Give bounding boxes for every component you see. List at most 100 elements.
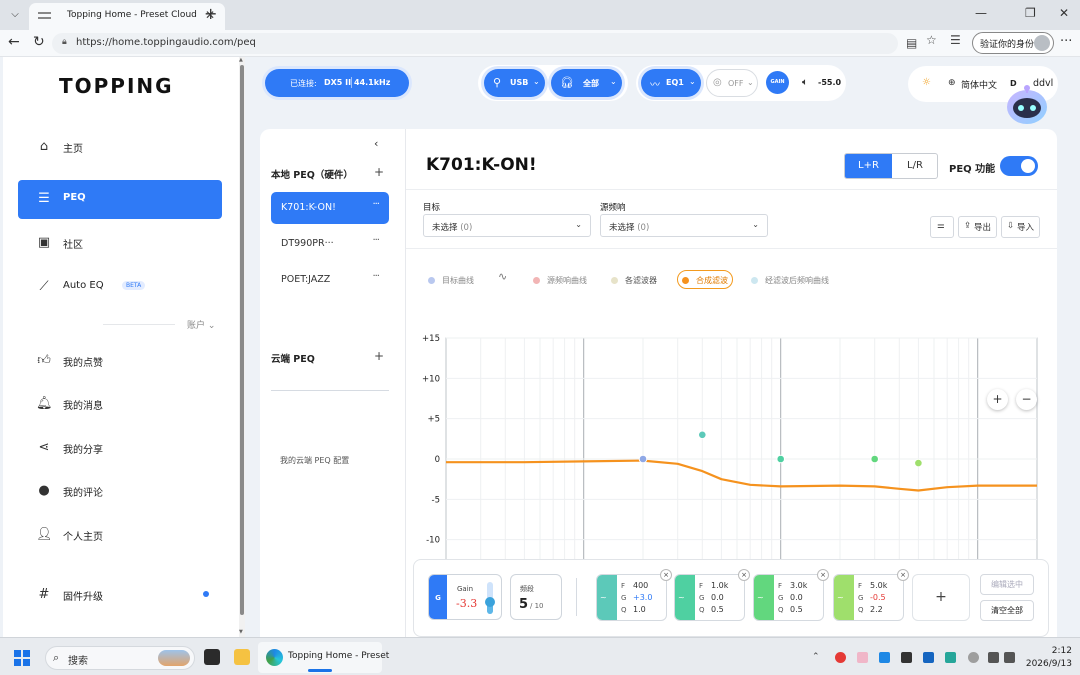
url-field[interactable]: 🔒︎ https://home.toppingaudio.com/peq ▤ bbox=[52, 33, 917, 54]
sidebar-item-shares[interactable]: ⋖ 我的分享 bbox=[18, 429, 222, 468]
tray-app-icon[interactable] bbox=[901, 652, 912, 663]
refresh-icon[interactable]: ↻ bbox=[33, 34, 45, 50]
edit-selected-button[interactable]: 编辑选中 bbox=[980, 574, 1034, 595]
filter-gain-row[interactable]: G 0.0 bbox=[778, 593, 803, 602]
filter-gain-row[interactable]: G -0.5 bbox=[858, 593, 886, 602]
input-select[interactable]: ⚲ USB ⌄ bbox=[484, 69, 545, 97]
collapse-panel-icon[interactable]: ‹ bbox=[374, 137, 378, 150]
add-local-preset-icon[interactable]: + bbox=[374, 165, 384, 179]
preset-more-icon[interactable]: ··· bbox=[372, 271, 379, 282]
import-button[interactable]: ⇩ 导入 bbox=[1001, 216, 1040, 238]
scrollbar-thumb[interactable] bbox=[240, 65, 244, 615]
tray-app-icon[interactable] bbox=[879, 652, 890, 663]
output-select[interactable]: 🎧︎ 全部 ⌄ bbox=[551, 69, 622, 97]
taskbar-browser-app[interactable]: Topping Home - Preset bbox=[258, 642, 389, 673]
tab-actions-menu[interactable]: ⌵ bbox=[6, 6, 24, 24]
preset-item[interactable]: POET:JAZZ ··· bbox=[271, 264, 389, 296]
url-text[interactable]: https://home.toppingaudio.com/peq bbox=[76, 37, 256, 48]
close-window-icon[interactable]: ✕ bbox=[1059, 6, 1069, 20]
taskbar-clock[interactable]: 2:12 2026/9/13 bbox=[1022, 645, 1072, 671]
eq-slot-select[interactable]: 〰 EQ1 ⌄ bbox=[641, 69, 701, 97]
filter-point[interactable] bbox=[776, 454, 785, 464]
source-select[interactable]: 未选择 (0) ⌄ bbox=[600, 214, 768, 237]
tray-app-icon[interactable] bbox=[968, 652, 979, 663]
tray-app-icon[interactable] bbox=[835, 652, 846, 663]
volume-icon[interactable]: 🔈︎ bbox=[802, 77, 808, 88]
sidebar-item-peq[interactable]: ☰ PEQ bbox=[18, 180, 222, 219]
add-filter-button[interactable]: + bbox=[912, 574, 970, 621]
sidebar-scrollbar[interactable]: ▲ ▼ bbox=[239, 57, 245, 637]
taskbar-search[interactable]: ⌕ 搜索 bbox=[45, 646, 195, 670]
cloud-peq-note[interactable]: 我的云端 PEQ 配置 bbox=[280, 455, 349, 466]
tray-app-icon[interactable] bbox=[923, 652, 934, 663]
filter-q-row[interactable]: Q 0.5 bbox=[699, 605, 724, 614]
reader-icon[interactable]: ▤ bbox=[906, 36, 917, 50]
channel-split-button[interactable]: L/R bbox=[892, 154, 937, 178]
gain-value[interactable]: -3.3 bbox=[456, 597, 477, 610]
gain-slider-knob[interactable] bbox=[485, 596, 495, 607]
filter-freq-row[interactable]: F 1.0k bbox=[699, 581, 728, 590]
minimize-icon[interactable]: — bbox=[975, 6, 987, 20]
assistant-robot-icon[interactable] bbox=[1002, 83, 1052, 127]
remove-filter-icon[interactable]: × bbox=[897, 569, 909, 581]
add-cloud-preset-icon[interactable]: + bbox=[374, 349, 384, 363]
channel-lr-button[interactable]: L+R bbox=[845, 154, 892, 178]
filter-q-row[interactable]: Q 1.0 bbox=[621, 605, 646, 614]
gain-chip[interactable]: GAIN bbox=[766, 71, 789, 94]
windows-start-icon[interactable] bbox=[14, 650, 30, 666]
new-tab-button[interactable]: + bbox=[204, 4, 217, 23]
profile-button[interactable]: 验证你的身份 bbox=[972, 32, 1054, 54]
language-select[interactable]: 简体中文 bbox=[961, 78, 997, 91]
filter-freq-row[interactable]: F 400 bbox=[621, 581, 648, 590]
network-icon[interactable] bbox=[988, 652, 999, 663]
back-icon[interactable]: ← bbox=[8, 34, 20, 50]
filter-freq-row[interactable]: F 5.0k bbox=[858, 581, 887, 590]
sidebar-item-community[interactable]: ▣ 社区 bbox=[18, 224, 222, 263]
file-explorer-icon[interactable] bbox=[234, 649, 250, 665]
filter-q-row[interactable]: Q 0.5 bbox=[778, 605, 803, 614]
filter-point[interactable] bbox=[698, 430, 707, 440]
device-status-pill[interactable]: 已连接: DX5 II 44.1kHz bbox=[265, 69, 409, 97]
remove-filter-icon[interactable]: × bbox=[817, 569, 829, 581]
filter-point[interactable] bbox=[870, 454, 879, 464]
sidebar-item-messages[interactable]: 🔔︎ 我的消息 bbox=[18, 385, 222, 424]
browser-more-icon[interactable]: ··· bbox=[1060, 34, 1072, 49]
speaker-icon[interactable] bbox=[1004, 652, 1015, 663]
browser-tab[interactable]: Topping Home - Preset Cloud ✕ bbox=[29, 3, 225, 30]
sidebar-item-firmware[interactable]: # 固件升级 bbox=[18, 576, 222, 615]
filter-gain-row[interactable]: G 0.0 bbox=[699, 593, 724, 602]
filter-card[interactable]: ~ F 400 G +3.0 Q 1.0 × bbox=[596, 569, 672, 621]
tray-app-icon[interactable] bbox=[857, 652, 868, 663]
clear-all-button[interactable]: 清空全部 bbox=[980, 600, 1034, 621]
favorites-list-icon[interactable]: ☰ bbox=[950, 33, 961, 47]
settings-button[interactable]: ⚌ bbox=[930, 216, 954, 238]
account-toggle[interactable]: 账户 ⌄ bbox=[187, 318, 215, 331]
gain-slider[interactable] bbox=[485, 582, 495, 614]
sidebar-item-comments[interactable]: ● 我的评论 bbox=[18, 472, 222, 511]
scroll-down-icon[interactable]: ▼ bbox=[239, 629, 243, 635]
tray-app-icon[interactable] bbox=[945, 652, 956, 663]
waveform-toggle-icon[interactable]: ∿ bbox=[498, 270, 507, 288]
preset-more-icon[interactable]: ··· bbox=[372, 235, 379, 246]
topping-logo[interactable]: TOPPING bbox=[59, 74, 174, 98]
scroll-up-icon[interactable]: ▲ bbox=[239, 57, 243, 63]
gain-card[interactable]: G Gain -3.3 bbox=[428, 574, 502, 620]
preset-item[interactable]: K701:K-ON! ··· bbox=[271, 192, 389, 224]
preset-more-icon[interactable]: ··· bbox=[372, 199, 379, 210]
filter-point[interactable] bbox=[914, 458, 923, 468]
tray-overflow-icon[interactable]: ⌃ bbox=[812, 652, 823, 663]
export-button[interactable]: ⇪ 导出 bbox=[958, 216, 997, 238]
remove-filter-icon[interactable]: × bbox=[660, 569, 672, 581]
zoom-out-button[interactable]: − bbox=[1016, 389, 1037, 410]
sidebar-item-profile[interactable]: 👤︎ 个人主页 bbox=[18, 516, 222, 555]
remove-filter-icon[interactable]: × bbox=[738, 569, 750, 581]
sidebar-item-home[interactable]: ⌂ 主页 bbox=[18, 128, 222, 167]
peq-toggle[interactable] bbox=[1000, 156, 1038, 176]
filter-card[interactable]: ~ F 5.0k G -0.5 Q 2.2 × bbox=[833, 569, 909, 621]
filter-card[interactable]: ~ F 3.0k G 0.0 Q 0.5 × bbox=[753, 569, 829, 621]
maximize-icon[interactable]: ❐ bbox=[1025, 6, 1036, 20]
zoom-in-button[interactable]: + bbox=[987, 389, 1008, 410]
filter-q-row[interactable]: Q 2.2 bbox=[858, 605, 883, 614]
preset-item[interactable]: DT990PR··· ··· bbox=[271, 228, 389, 260]
sun-icon[interactable]: ☼ bbox=[922, 77, 931, 88]
